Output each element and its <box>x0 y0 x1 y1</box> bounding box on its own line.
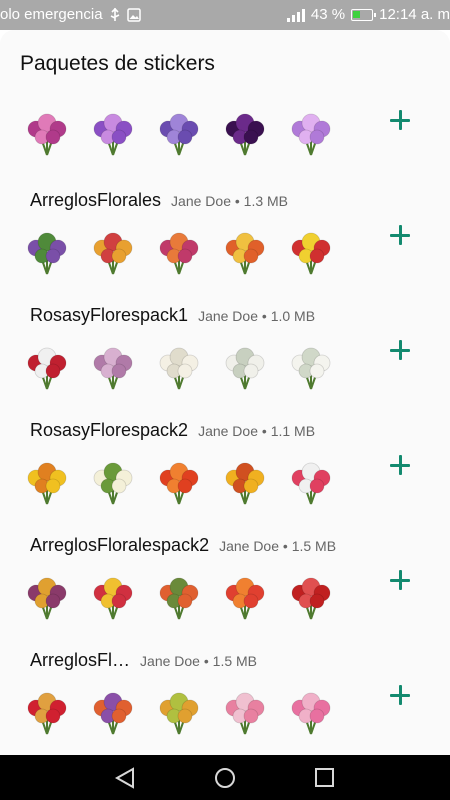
pack-author: Jane Doe <box>219 538 280 554</box>
flower-sticker-icon <box>27 692 67 735</box>
sticker-previews <box>22 107 336 157</box>
carrier-text: olo emergencia <box>0 6 103 23</box>
page-title: Paquetes de stickers <box>20 52 215 75</box>
pack-author: Jane Doe <box>198 308 258 324</box>
flower-sticker-icon <box>291 113 331 156</box>
pack-author: Jane Doe <box>140 653 200 669</box>
sticker-pack-row[interactable]: RosasyFlorespack2 Jane Doe • 1.1 MB <box>0 408 450 524</box>
pack-name: RosasyFlorespack2 <box>30 420 189 440</box>
sticker-previews <box>22 456 336 506</box>
meta-separator: • <box>258 308 271 324</box>
pack-header: RosasyFlorespack1 Jane Doe • 1.0 MB <box>30 305 315 326</box>
add-pack-plus-icon[interactable] <box>388 453 412 477</box>
flower-sticker-icon <box>225 232 265 275</box>
back-icon[interactable] <box>113 767 137 789</box>
status-left: olo emergencia <box>0 6 141 23</box>
flower-sticker-icon <box>93 113 133 156</box>
pack-name: RosasyFlorespack1 <box>30 305 189 325</box>
pack-header: ArreglosFlorales Jane Doe • 1.3 MB <box>30 190 288 211</box>
clock: 12:14 a. m <box>379 6 450 23</box>
status-right: 43 % 12:14 a. m <box>286 6 450 23</box>
pack-meta: Jane Doe • 1.1 MB <box>198 423 315 439</box>
sticker-packs-page: Paquetes de stickers ArreglosFlorales Jan… <box>0 30 450 755</box>
pack-header: ArreglosFl… Jane Doe • 1.5 MB <box>30 650 257 671</box>
flower-sticker-icon <box>159 692 199 735</box>
add-pack-plus-icon[interactable] <box>388 568 412 592</box>
sticker-pack-row[interactable] <box>0 95 450 179</box>
pack-meta: Jane Doe • 1.0 MB <box>198 308 315 324</box>
add-pack-plus-icon[interactable] <box>388 338 412 362</box>
flower-sticker-icon <box>27 347 67 390</box>
flower-sticker-icon <box>291 692 331 735</box>
image-icon <box>126 7 141 22</box>
pack-meta: Jane Doe • 1.5 MB <box>219 538 336 554</box>
flower-sticker-icon <box>159 462 199 505</box>
meta-separator: • <box>258 423 271 439</box>
recents-icon[interactable] <box>314 767 336 789</box>
flower-sticker-icon <box>93 462 133 505</box>
sticker-previews <box>22 686 336 736</box>
pack-size: 1.1 MB <box>270 423 316 439</box>
sticker-pack-row[interactable]: RosasyFlorespack1 Jane Doe • 1.0 MB <box>0 293 450 409</box>
flower-sticker-icon <box>93 232 133 275</box>
flower-sticker-icon <box>159 347 199 390</box>
flower-sticker-icon <box>159 577 199 620</box>
pack-size: 1.3 MB <box>243 193 289 209</box>
flower-sticker-icon <box>225 113 265 156</box>
pack-author: Jane Doe <box>171 193 231 209</box>
pack-author: Jane Doe <box>198 423 258 439</box>
home-icon[interactable] <box>213 767 237 789</box>
meta-separator: • <box>230 193 244 209</box>
flower-sticker-icon <box>159 113 199 156</box>
flower-sticker-icon <box>93 347 133 390</box>
usb-icon <box>110 7 119 21</box>
pack-size: 1.5 MB <box>212 653 258 669</box>
flower-sticker-icon <box>93 577 133 620</box>
status-bar: olo emergencia 43 % 12:14 a. m <box>0 0 450 30</box>
sticker-pack-row[interactable]: ArreglosFloralespack2 Jane Doe • 1.5 MB <box>0 523 450 639</box>
signal-icon <box>286 8 305 22</box>
flower-sticker-icon <box>27 113 67 156</box>
pack-meta: Jane Doe • 1.3 MB <box>171 193 288 209</box>
flower-sticker-icon <box>291 232 331 275</box>
flower-sticker-icon <box>291 347 331 390</box>
pack-size: 1.5 MB <box>291 538 337 554</box>
pack-header: ArreglosFloralespack2 Jane Doe • 1.5 MB <box>30 535 336 556</box>
flower-sticker-icon <box>27 462 67 505</box>
pack-name: ArreglosFloralespack2 <box>30 535 210 555</box>
sticker-pack-row[interactable]: ArreglosFl… Jane Doe • 1.5 MB <box>0 638 450 755</box>
flower-sticker-icon <box>291 577 331 620</box>
sticker-previews <box>22 226 336 276</box>
meta-separator: • <box>199 653 213 669</box>
pack-name: ArreglosFl… <box>30 650 131 670</box>
flower-sticker-icon <box>27 577 67 620</box>
pack-size: 1.0 MB <box>270 308 316 324</box>
flower-sticker-icon <box>93 692 133 735</box>
flower-sticker-icon <box>27 232 67 275</box>
sticker-pack-row[interactable]: ArreglosFlorales Jane Doe • 1.3 MB <box>0 178 450 294</box>
battery-charging-icon <box>351 8 377 21</box>
flower-sticker-icon <box>291 462 331 505</box>
meta-separator: • <box>279 538 292 554</box>
flower-sticker-icon <box>225 347 265 390</box>
add-pack-plus-icon[interactable] <box>388 683 412 707</box>
sticker-previews <box>22 341 336 391</box>
add-pack-plus-icon[interactable] <box>388 223 412 247</box>
flower-sticker-icon <box>225 462 265 505</box>
navigation-bar <box>0 755 450 800</box>
flower-sticker-icon <box>225 692 265 735</box>
pack-meta: Jane Doe • 1.5 MB <box>140 653 257 669</box>
pack-name: ArreglosFlorales <box>30 190 162 210</box>
sticker-previews <box>22 571 336 621</box>
flower-sticker-icon <box>159 232 199 275</box>
pack-header: RosasyFlorespack2 Jane Doe • 1.1 MB <box>30 420 315 441</box>
add-pack-plus-icon[interactable] <box>388 108 412 132</box>
battery-percent: 43 % <box>310 6 346 23</box>
flower-sticker-icon <box>225 577 265 620</box>
